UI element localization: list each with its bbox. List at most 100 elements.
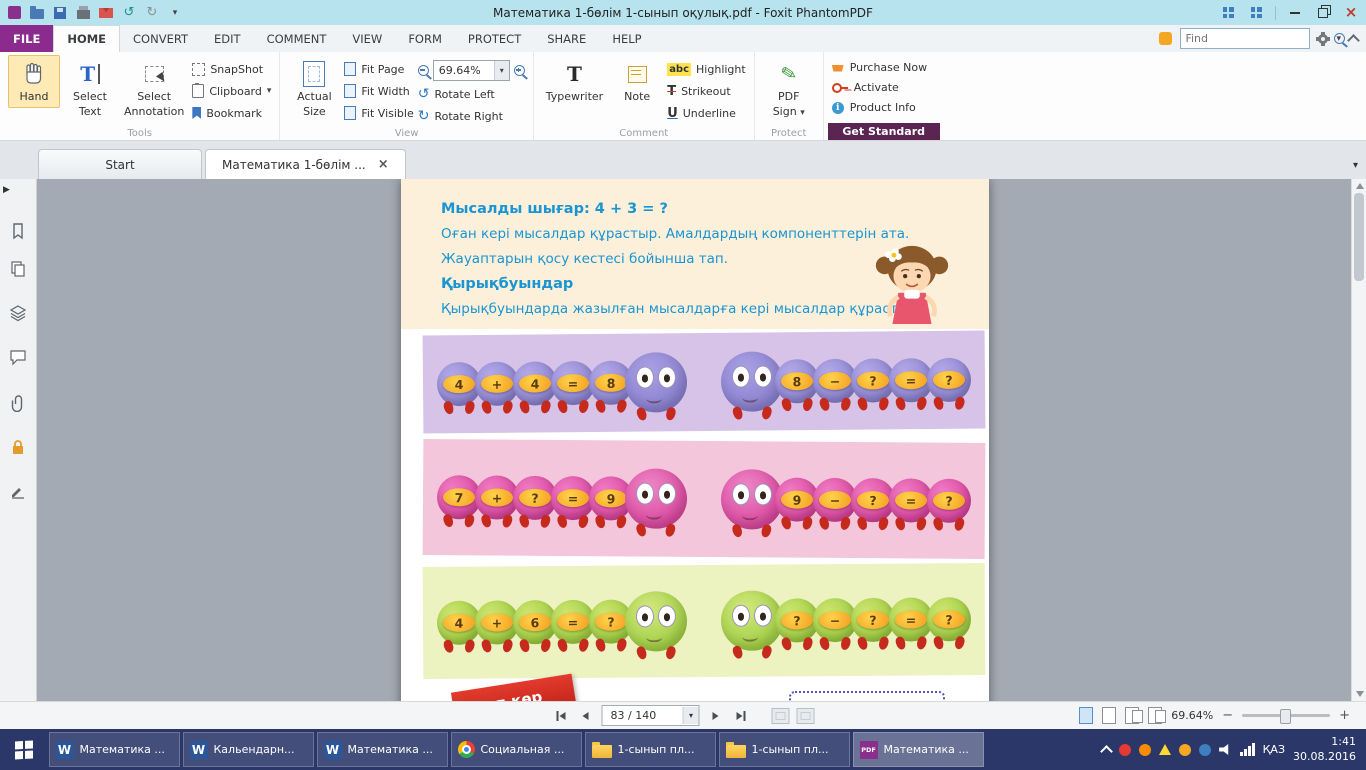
bookmark-button[interactable]: Bookmark	[192, 104, 271, 122]
underline-button[interactable]: UUnderline	[667, 104, 746, 122]
hand-tool-button[interactable]: Hand	[8, 55, 60, 108]
volume-icon[interactable]	[1219, 743, 1232, 756]
purchase-now-button[interactable]: Purchase Now	[832, 59, 936, 76]
page-combo-caret-icon[interactable]: ▾	[683, 707, 699, 724]
zoom-out-icon[interactable]	[418, 65, 429, 76]
zoom-in-icon[interactable]	[514, 65, 525, 76]
scroll-down-icon[interactable]	[1356, 691, 1364, 697]
undo-icon[interactable]: ↺	[121, 5, 137, 21]
zoom-slider-thumb[interactable]	[1280, 709, 1291, 724]
language-indicator[interactable]: ҚАЗ	[1263, 743, 1285, 756]
document-area[interactable]: Мысалды шығар: 4 + 3 = ? Оған кері мысал…	[37, 179, 1351, 701]
doc-tab-start[interactable]: Start	[38, 149, 202, 179]
zoom-combobox[interactable]: 69.64%▾	[433, 60, 510, 81]
next-page-button[interactable]	[707, 707, 725, 725]
open-file-icon[interactable]	[29, 5, 45, 21]
pane-grid-icon[interactable]	[1219, 4, 1237, 22]
restore-button[interactable]	[1314, 4, 1332, 22]
rotate-left-button[interactable]: ↺Rotate Left	[418, 85, 525, 103]
note-button[interactable]: Note	[611, 55, 663, 108]
tab-form[interactable]: FORM	[395, 25, 455, 52]
fit-visible-button[interactable]: Fit Visible	[344, 104, 413, 122]
tab-help[interactable]: HELP	[599, 25, 654, 52]
attachments-panel-icon[interactable]	[8, 393, 28, 413]
assistant-icon[interactable]	[1159, 32, 1172, 45]
reading-mode-icon[interactable]	[772, 708, 790, 724]
customize-toolbar-caret-icon[interactable]: ▾	[167, 5, 183, 21]
fit-width-button[interactable]: Fit Width	[344, 82, 413, 100]
split-view-icon[interactable]	[797, 708, 815, 724]
tab-file[interactable]: FILE	[0, 25, 53, 52]
close-button[interactable]: ×	[1342, 4, 1360, 22]
select-text-button[interactable]: T Select Text	[64, 55, 116, 122]
vertical-scrollbar[interactable]	[1351, 179, 1366, 701]
print-icon[interactable]	[75, 5, 91, 21]
taskbar-item-active[interactable]: PDFМатематика ...	[853, 732, 984, 767]
hidden-icons-chevron-icon[interactable]	[1100, 745, 1113, 758]
redo-icon[interactable]: ↻	[144, 5, 160, 21]
product-info-button[interactable]: iProduct Info	[832, 99, 936, 116]
typewriter-button[interactable]: T Typewriter	[542, 55, 607, 108]
gear-icon[interactable]	[1318, 34, 1328, 44]
pane-grid2-icon[interactable]	[1247, 4, 1265, 22]
bookmarks-panel-icon[interactable]	[8, 221, 28, 241]
pages-panel-icon[interactable]	[8, 259, 28, 279]
save-icon[interactable]	[52, 5, 68, 21]
tab-share[interactable]: SHARE	[534, 25, 599, 52]
page-number-combobox[interactable]: 83 / 140▾	[602, 705, 700, 726]
tab-comment[interactable]: COMMENT	[254, 25, 340, 52]
search-icon[interactable]	[1334, 33, 1345, 44]
collapse-ribbon-icon[interactable]	[1347, 34, 1360, 47]
tray-red-icon[interactable]	[1119, 744, 1131, 756]
email-icon[interactable]	[98, 5, 114, 21]
tray-yellow-icon[interactable]	[1179, 744, 1191, 756]
get-standard-button[interactable]: Get Standard	[828, 123, 940, 140]
zoom-caret-icon[interactable]: ▾	[494, 61, 509, 80]
warning-tray-icon[interactable]	[1159, 744, 1171, 755]
doc-tab-current[interactable]: Математика 1-бөлім ... ×	[205, 149, 406, 179]
single-page-view-icon[interactable]	[1079, 707, 1093, 724]
layers-panel-icon[interactable]	[8, 303, 28, 323]
taskbar-item[interactable]: 1-сынып пл...	[719, 732, 850, 767]
tab-home[interactable]: HOME	[53, 25, 120, 52]
highlight-button[interactable]: abcHighlight	[667, 60, 746, 78]
taskbar-item[interactable]: WКальендарн...	[183, 732, 314, 767]
pdf-sign-button[interactable]: ✎ PDF Sign ▾	[763, 55, 815, 122]
taskbar-clock[interactable]: 1:41 30.08.2016	[1293, 735, 1356, 764]
strikeout-button[interactable]: TStrikeout	[667, 82, 746, 100]
tab-view[interactable]: VIEW	[339, 25, 395, 52]
scrollbar-thumb[interactable]	[1354, 193, 1364, 281]
previous-page-button[interactable]	[577, 707, 595, 725]
taskbar-item[interactable]: WМатематика ...	[317, 732, 448, 767]
clipboard-button[interactable]: Clipboard▾	[192, 82, 271, 100]
comments-panel-icon[interactable]	[8, 347, 28, 367]
zoom-slider[interactable]	[1242, 714, 1330, 717]
doc-tab-close-icon[interactable]: ×	[378, 158, 389, 171]
network-signal-icon[interactable]	[1240, 743, 1255, 756]
activate-button[interactable]: Activate	[832, 79, 936, 96]
facing-view-icon[interactable]	[1125, 707, 1139, 724]
rotate-right-button[interactable]: ↻Rotate Right	[418, 107, 525, 125]
taskbar-item[interactable]: WМатематика ...	[49, 732, 180, 767]
first-page-button[interactable]	[552, 707, 570, 725]
expand-panel-icon[interactable]: ▶	[3, 185, 10, 195]
continuous-facing-view-icon[interactable]	[1148, 707, 1162, 724]
security-panel-icon[interactable]	[8, 437, 28, 457]
tab-protect[interactable]: PROTECT	[455, 25, 534, 52]
zoom-in-button[interactable]: +	[1339, 709, 1350, 722]
continuous-view-icon[interactable]	[1102, 707, 1116, 724]
start-button[interactable]	[0, 729, 47, 770]
snapshot-button[interactable]: SnapShot	[192, 60, 271, 78]
taskbar-item[interactable]: Социальная ...	[451, 732, 582, 767]
tab-edit[interactable]: EDIT	[201, 25, 254, 52]
taskbar-item[interactable]: 1-сынып пл...	[585, 732, 716, 767]
actual-size-button[interactable]: Actual Size	[288, 55, 340, 122]
select-annotation-button[interactable]: Select Annotation	[120, 55, 188, 122]
fit-page-button[interactable]: Fit Page	[344, 60, 413, 78]
zoom-out-button[interactable]: −	[1222, 709, 1233, 722]
app-icon[interactable]	[6, 5, 22, 21]
tray-orange-icon[interactable]	[1139, 744, 1151, 756]
tray-blue-icon[interactable]	[1199, 744, 1211, 756]
signature-panel-icon[interactable]	[8, 481, 28, 501]
tab-list-caret-icon[interactable]: ▾	[1353, 160, 1358, 171]
